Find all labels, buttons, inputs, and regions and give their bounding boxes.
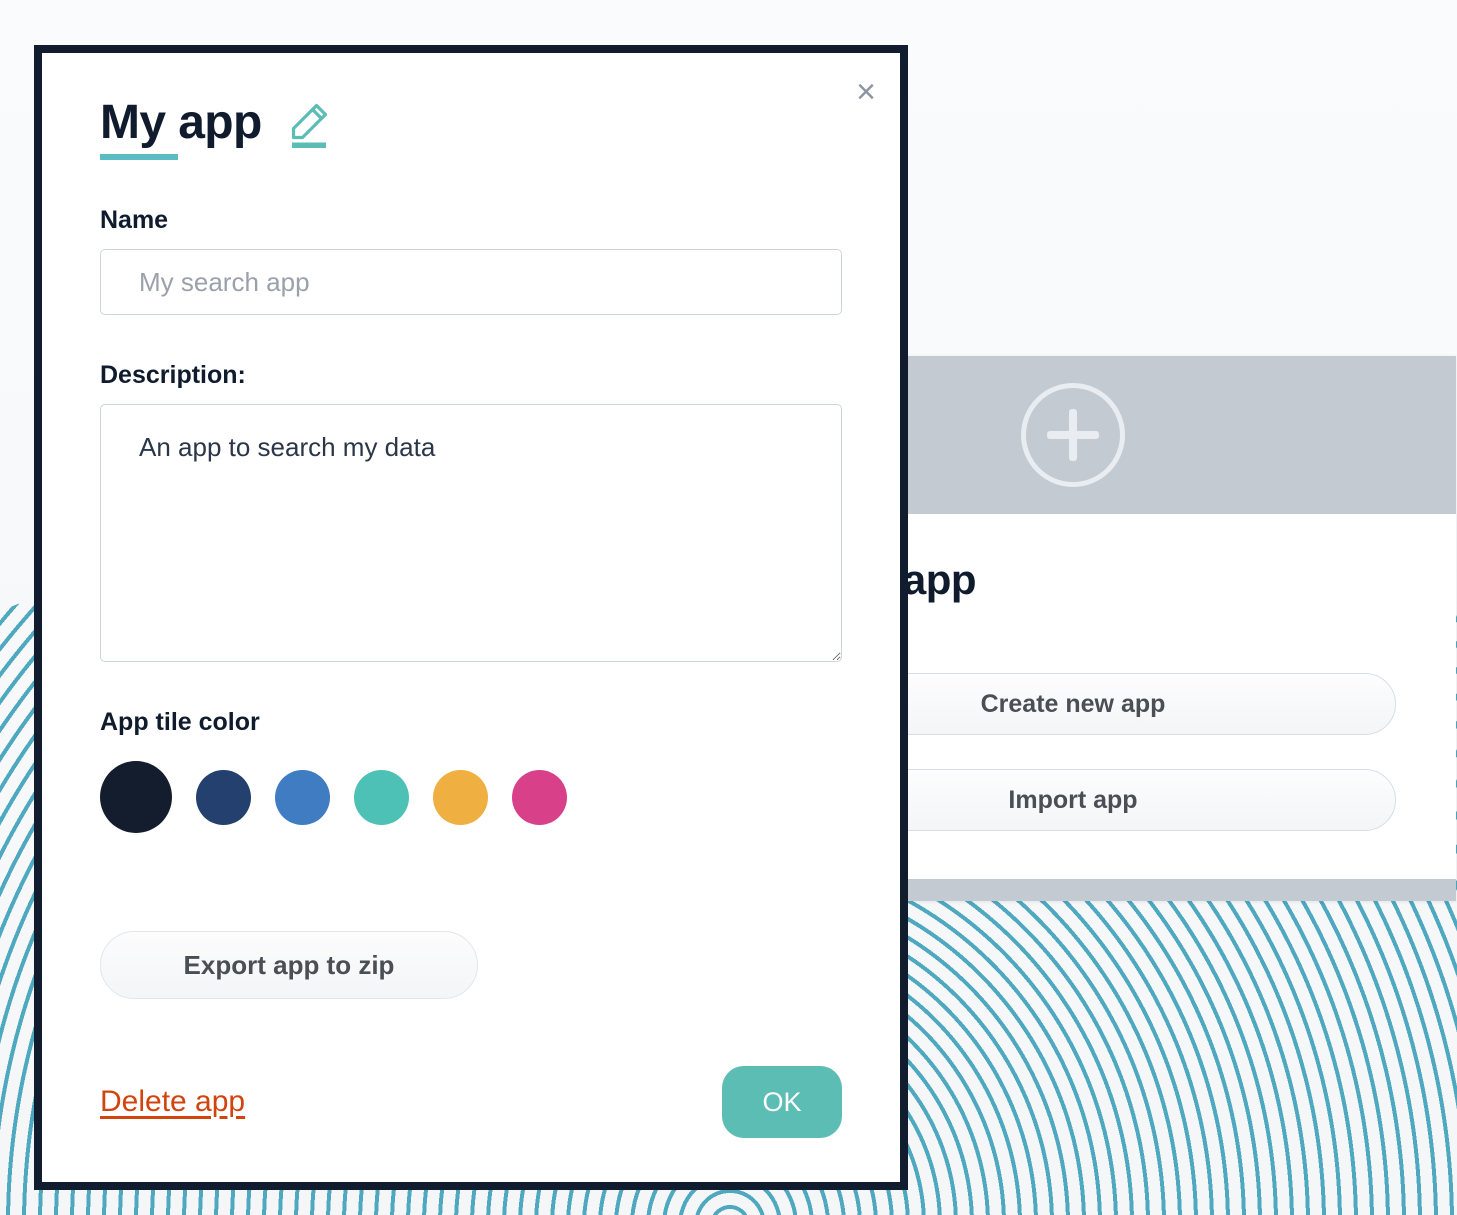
ok-button[interactable]: OK — [722, 1066, 842, 1138]
name-input[interactable] — [100, 249, 842, 315]
app-settings-modal: × My app Name Description: App tile colo… — [34, 45, 908, 1190]
modal-footer: Delete app OK — [100, 1066, 842, 1138]
swatch-navy-blue[interactable] — [196, 769, 251, 825]
swatch-teal[interactable] — [354, 769, 409, 825]
plus-circle-icon — [1021, 383, 1125, 487]
swatch-dark-navy[interactable] — [100, 761, 172, 833]
swatch-blue[interactable] — [275, 769, 330, 825]
description-textarea[interactable] — [100, 404, 842, 662]
modal-title-row: My app — [100, 53, 842, 160]
close-icon[interactable]: × — [848, 71, 884, 113]
modal-content: × My app Name Description: App tile colo… — [42, 53, 900, 1182]
swatch-pink[interactable] — [512, 769, 567, 825]
export-app-to-zip-button[interactable]: Export app to zip — [100, 931, 478, 999]
name-label: Name — [100, 206, 169, 234]
pencil-edit-icon[interactable] — [286, 101, 332, 154]
description-label: Description: — [100, 361, 246, 389]
app-tile-color-label: App tile color — [100, 708, 260, 736]
delete-app-link[interactable]: Delete app — [100, 1085, 245, 1119]
color-swatch-row — [100, 759, 842, 835]
swatch-amber[interactable] — [433, 769, 488, 825]
app-name-heading: My app — [100, 95, 262, 160]
